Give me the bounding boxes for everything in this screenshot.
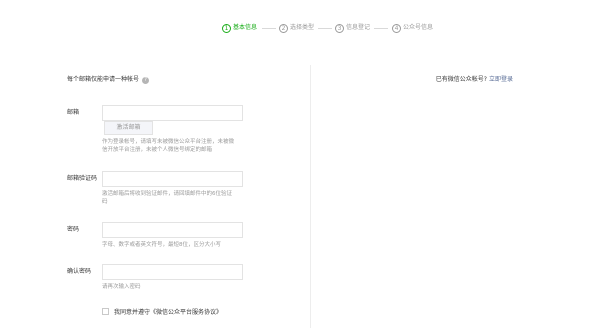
step-number: 1: [222, 23, 231, 33]
password-field[interactable]: [102, 222, 243, 238]
verification-code-field[interactable]: [102, 171, 243, 187]
agreement-text[interactable]: 我同意并遵守《微信公众平台服务协议》: [114, 307, 222, 316]
step-basic-info: 1 基本信息: [222, 23, 257, 33]
code-hint: 激活邮箱后将收到验证邮件，请回填邮件中的6位验证码: [102, 191, 233, 205]
login-link[interactable]: 立即登录: [489, 76, 513, 83]
vertical-divider: [310, 65, 311, 328]
step-number: 4: [392, 23, 401, 33]
confirm-password-hint: 请再次输入密码: [102, 284, 141, 290]
email-hint: 作为登录帐号，请填写未被微信公众平台注册，未被微信开放平台注册，未被个人微信号绑…: [102, 139, 235, 153]
activate-email-button[interactable]: 激活邮箱: [104, 121, 153, 135]
step-number: 2: [279, 23, 288, 33]
form-note: 每个邮箱仅能申请一种帐号 ?: [67, 76, 150, 84]
password-label: 密码: [67, 226, 80, 233]
step-separator: [262, 28, 276, 29]
password-hint: 字母、数字或者英文符号，最短8位，区分大小写: [102, 242, 222, 248]
step-label: 信息登记: [346, 24, 371, 31]
agreement: 我同意并遵守《微信公众平台服务协议》: [102, 307, 222, 316]
confirm-password-field[interactable]: [102, 264, 243, 280]
step-label: 公众号信息: [403, 24, 434, 31]
step-number: 3: [335, 23, 344, 33]
existing-account-text: 已有微信公众帐号?: [435, 76, 487, 83]
step-registration: 3 信息登记: [335, 23, 370, 33]
step-label: 选择类型: [290, 24, 315, 31]
existing-account-note: 已有微信公众帐号? 立即登录: [436, 76, 513, 84]
step-account-info: 4 公众号信息: [392, 23, 433, 33]
help-icon[interactable]: ?: [142, 76, 150, 84]
step-select-type: 2 选择类型: [279, 23, 314, 33]
form-note-text: 每个邮箱仅能申请一种帐号: [67, 76, 140, 83]
step-label: 基本信息: [233, 24, 258, 31]
agreement-checkbox[interactable]: [102, 308, 109, 315]
code-label: 邮箱验证码: [67, 175, 98, 182]
email-label: 邮箱: [67, 109, 80, 116]
email-field[interactable]: [102, 105, 243, 121]
step-separator: [374, 28, 388, 29]
step-separator: [318, 28, 332, 29]
confirm-password-label: 确认密码: [67, 268, 92, 275]
